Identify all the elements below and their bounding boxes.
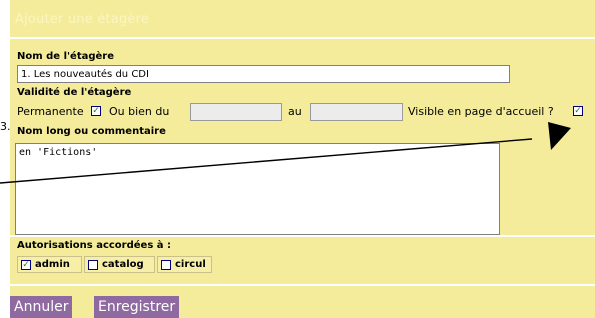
permission-catalog-checkbox[interactable] (88, 260, 98, 270)
panel-title: Ajouter une étagère (15, 12, 150, 27)
permission-circul-checkbox[interactable] (161, 260, 171, 270)
permission-circul-label: circul (175, 259, 206, 270)
edge-text: 3. (0, 120, 11, 133)
shelf-name-label: Nom de l'étagère (17, 51, 115, 62)
to-label: au (288, 105, 302, 118)
between-label: Ou bien du (109, 105, 170, 118)
permission-catalog[interactable]: catalog (84, 256, 155, 273)
permanent-label: Permanente (17, 105, 84, 118)
permanent-checkbox[interactable]: ✓ (91, 106, 101, 116)
add-shelf-panel: Ajouter une étagère Nom de l'étagère Val… (10, 0, 595, 318)
date-to-input[interactable] (310, 103, 403, 121)
divider (10, 284, 595, 286)
divider (10, 235, 595, 237)
visible-homepage-label: Visible en page d'accueil ? (408, 105, 554, 118)
permissions-label: Autorisations accordées à : (17, 240, 171, 251)
shelf-name-input[interactable] (17, 65, 510, 83)
title-bar: Ajouter une étagère (10, 8, 595, 39)
permission-admin-label: admin (35, 259, 70, 270)
visible-homepage-checkbox[interactable]: ✓ (573, 106, 583, 116)
comment-label: Nom long ou commentaire (17, 126, 166, 137)
save-button[interactable]: Enregistrer (94, 296, 180, 318)
date-from-input[interactable] (190, 103, 282, 121)
permission-admin-checkbox[interactable]: ✓ (21, 260, 31, 270)
validity-label: Validité de l'étagère (17, 87, 132, 98)
comment-textarea[interactable]: en 'Fictions' (15, 143, 500, 235)
cancel-button[interactable]: Annuler (10, 296, 73, 318)
permission-admin[interactable]: ✓ admin (17, 256, 82, 273)
permission-circul[interactable]: circul (157, 256, 212, 273)
permission-catalog-label: catalog (102, 259, 144, 270)
